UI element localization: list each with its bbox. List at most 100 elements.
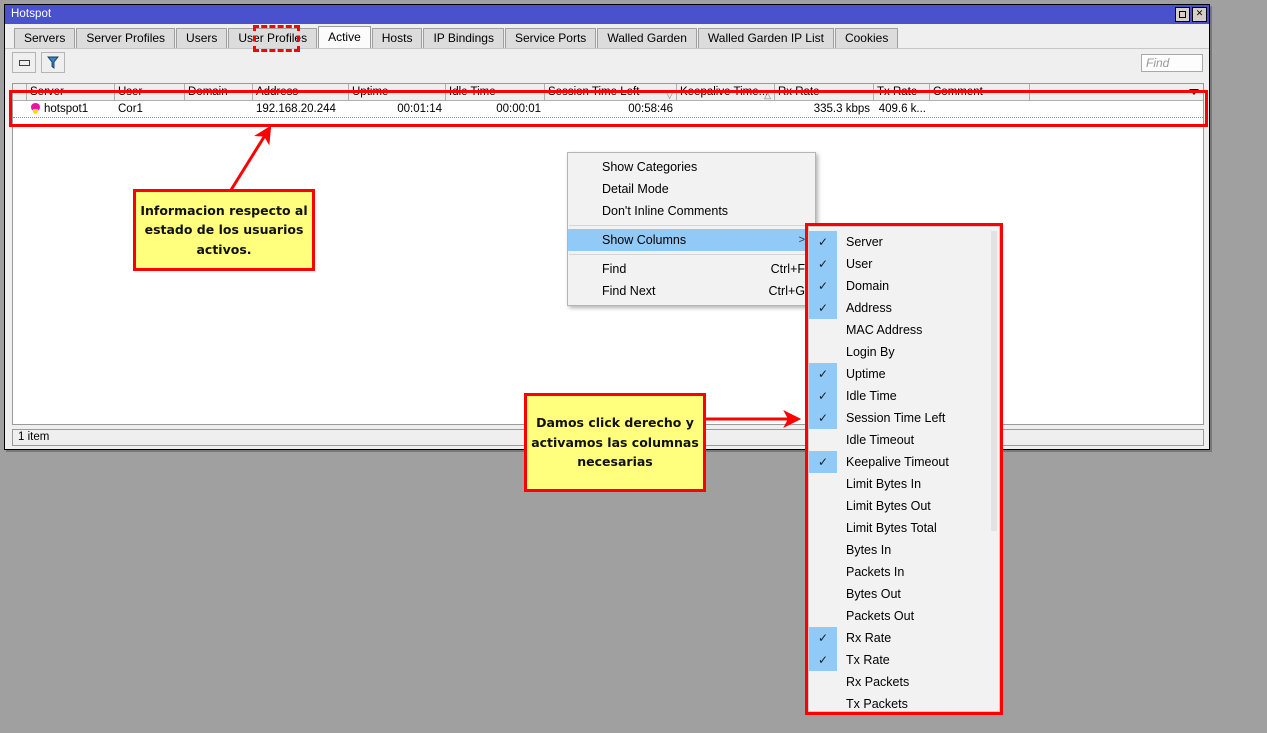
checkmark-icon: ✓ [809, 275, 837, 297]
submenu-item-packets-out[interactable]: Packets Out [809, 605, 999, 627]
column-header-idle-time[interactable]: Idle Time [446, 84, 545, 100]
checkbox-empty-icon [809, 539, 837, 561]
column-header-keepalive-timeout[interactable]: Keepalive Time... △ [677, 84, 775, 100]
submenu-item-bytes-in[interactable]: Bytes In [809, 539, 999, 561]
menu-item-find[interactable]: Find Ctrl+F [568, 258, 815, 280]
submenu-item-keepalive-timeout-label: Keepalive Timeout [846, 455, 949, 469]
menu-item-find-accelerator: Ctrl+F [770, 262, 805, 276]
submenu-item-idle-timeout-label: Idle Timeout [846, 433, 915, 447]
submenu-item-address-label: Address [846, 301, 892, 315]
tab-cookies[interactable]: Cookies [834, 28, 899, 48]
submenu-item-user[interactable]: ✓ User [809, 253, 999, 275]
submenu-item-tx-rate-label: Tx Rate [846, 653, 890, 667]
menu-item-show-columns-label: Show Columns [602, 233, 687, 247]
submenu-item-bytes-in-label: Bytes In [846, 543, 892, 557]
submenu-item-tx-packets[interactable]: Tx Packets [809, 693, 999, 711]
submenu-item-rx-rate[interactable]: ✓ Rx Rate [809, 627, 999, 649]
submenu-scrollbar-thumb[interactable] [991, 231, 997, 531]
tab-users[interactable]: Users [176, 28, 228, 48]
cell-rx-rate: 335.3 kbps [813, 103, 870, 115]
cell-idle-time: 00:00:01 [496, 103, 541, 115]
menu-item-show-columns[interactable]: Show Columns > [568, 229, 815, 251]
column-header-address[interactable]: Address [253, 84, 349, 100]
menu-separator-1 [569, 225, 814, 226]
remove-button[interactable] [12, 52, 36, 73]
submenu-item-keepalive-timeout[interactable]: ✓ Keepalive Timeout [809, 451, 999, 473]
column-header-comment[interactable]: Comment [930, 84, 1030, 100]
column-header-keepalive-timeout-label: Keepalive Time... [680, 86, 769, 98]
column-header-user[interactable]: User [115, 84, 185, 100]
submenu-item-session-time-left[interactable]: ✓ Session Time Left [809, 407, 999, 429]
tab-walled-garden[interactable]: Walled Garden [597, 28, 697, 48]
checkmark-icon: ✓ [809, 253, 837, 275]
checkmark-icon: ✓ [809, 297, 837, 319]
tab-ip-bindings[interactable]: IP Bindings [423, 28, 504, 48]
menu-item-show-categories[interactable]: Show Categories [568, 156, 815, 178]
column-header-uptime[interactable]: Uptime [349, 84, 446, 100]
checkmark-icon: ✓ [809, 363, 837, 385]
checkbox-empty-icon [809, 341, 837, 363]
column-header-rx-rate[interactable]: Rx Rate [775, 84, 874, 100]
submenu-item-limit-bytes-in[interactable]: Limit Bytes In [809, 473, 999, 495]
tab-bar: Servers Server Profiles Users User Profi… [5, 24, 1209, 48]
table-row[interactable]: hotspot1 Cor1 192.168.20.244 00:01:14 00… [13, 101, 1203, 118]
tab-user-profiles[interactable]: User Profiles [228, 28, 318, 48]
filter-button[interactable] [41, 52, 65, 73]
submenu-item-idle-timeout[interactable]: Idle Timeout [809, 429, 999, 451]
menu-item-find-next[interactable]: Find Next Ctrl+G [568, 280, 815, 302]
toolbar: Find [5, 48, 1209, 76]
window-titlebar[interactable]: Hotspot ✕ [5, 5, 1209, 24]
checkbox-empty-icon [809, 693, 837, 711]
menu-item-dont-inline-comments-label: Don't Inline Comments [602, 204, 729, 218]
menu-item-dont-inline-comments[interactable]: Don't Inline Comments [568, 200, 815, 222]
checkbox-empty-icon [809, 429, 837, 451]
submenu-item-limit-bytes-out-label: Limit Bytes Out [846, 499, 931, 513]
submenu-item-tx-rate[interactable]: ✓ Tx Rate [809, 649, 999, 671]
tab-service-ports[interactable]: Service Ports [504, 28, 597, 48]
submenu-item-server[interactable]: ✓ Server [809, 231, 999, 253]
submenu-item-user-label: User [846, 257, 873, 271]
table-header-row: Server User Domain Address Uptime Idle T… [13, 84, 1203, 101]
submenu-item-address[interactable]: ✓ Address [809, 297, 999, 319]
submenu-item-login-by[interactable]: Login By [809, 341, 999, 363]
submenu-item-limit-bytes-out[interactable]: Limit Bytes Out [809, 495, 999, 517]
chevron-down-icon [1189, 89, 1199, 95]
context-menu: Show Categories Detail Mode Don't Inline… [567, 152, 816, 306]
submenu-item-bytes-out[interactable]: Bytes Out [809, 583, 999, 605]
submenu-item-rx-packets[interactable]: Rx Packets [809, 671, 999, 693]
submenu-item-mac-address-label: MAC Address [846, 323, 923, 337]
cell-keepalive-timeout [677, 101, 775, 117]
submenu-item-idle-time[interactable]: ✓ Idle Time [809, 385, 999, 407]
tab-active[interactable]: Active [318, 26, 371, 48]
cell-server: hotspot1 [27, 101, 115, 117]
submenu-item-limit-bytes-in-label: Limit Bytes In [846, 477, 922, 491]
tab-hosts[interactable]: Hosts [371, 28, 423, 48]
tab-server-profiles[interactable]: Server Profiles [76, 28, 176, 48]
column-header-server[interactable]: Server [27, 84, 115, 100]
tab-servers[interactable]: Servers [14, 28, 76, 48]
column-header-tx-rate[interactable]: Tx Rate [874, 84, 930, 100]
submenu-item-uptime[interactable]: ✓ Uptime [809, 363, 999, 385]
checkmark-icon: ✓ [809, 231, 837, 253]
minus-icon [18, 59, 30, 66]
submenu-item-mac-address[interactable]: MAC Address [809, 319, 999, 341]
menu-item-detail-mode[interactable]: Detail Mode [568, 178, 815, 200]
submenu-item-domain[interactable]: ✓ Domain [809, 275, 999, 297]
close-button[interactable]: ✕ [1192, 7, 1207, 22]
maximize-button[interactable] [1175, 7, 1190, 22]
sort-descending-icon: ▽ [666, 90, 673, 100]
submenu-item-packets-in[interactable]: Packets In [809, 561, 999, 583]
menu-item-show-categories-label: Show Categories [602, 160, 698, 174]
find-input[interactable]: Find [1141, 53, 1203, 72]
column-header-grip[interactable] [13, 84, 27, 100]
checkbox-empty-icon [809, 495, 837, 517]
submenu-item-limit-bytes-total[interactable]: Limit Bytes Total [809, 517, 999, 539]
column-header-domain[interactable]: Domain [185, 84, 253, 100]
column-chooser-button[interactable] [1030, 84, 1203, 100]
checkbox-empty-icon [809, 605, 837, 627]
tab-walled-garden-ip-list[interactable]: Walled Garden IP List [697, 28, 834, 48]
menu-separator-2 [569, 254, 814, 255]
cell-comment [930, 101, 1030, 117]
column-header-session-time-left[interactable]: Session Time Left ▽ [545, 84, 677, 100]
submenu-item-domain-label: Domain [846, 279, 890, 293]
